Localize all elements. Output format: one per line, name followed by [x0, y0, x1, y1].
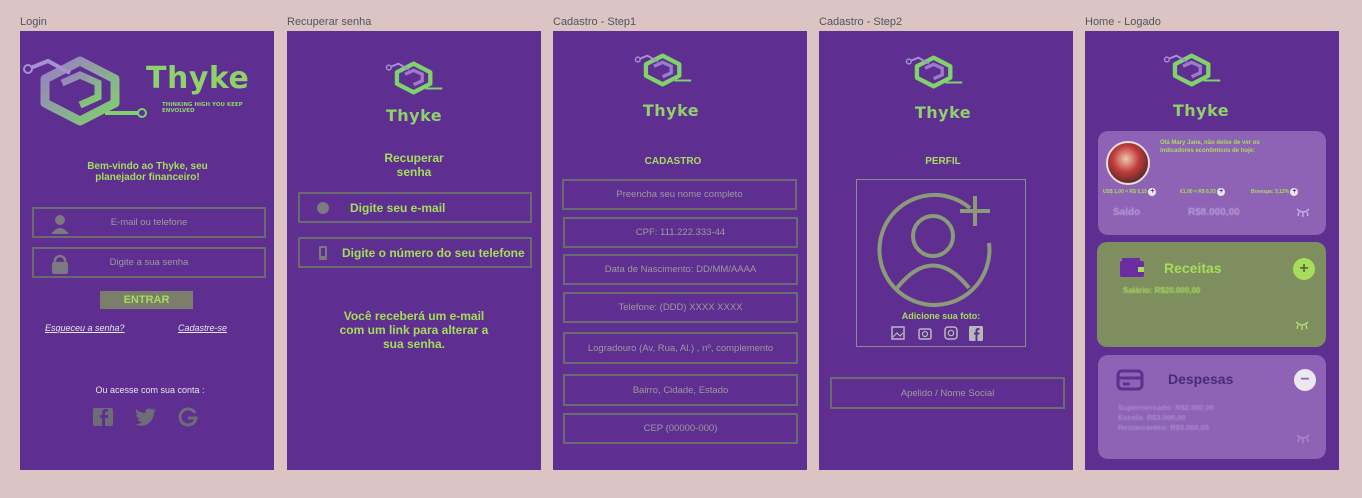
brand-name: Thyke [1172, 101, 1230, 120]
income-title: Receitas [1164, 260, 1222, 276]
rate-usd: US$ 1,00 = R$ 5,15 + [1103, 188, 1157, 196]
recover-info: Você receberá um e-mail com um link para… [339, 309, 489, 351]
rate-usd-add-icon[interactable]: + [1148, 188, 1157, 196]
frame-label-signup2: Cadastro - Step2 [819, 16, 903, 28]
expense-item: Escola: R$3.000,00 [1118, 413, 1186, 422]
balance-label: Saldo [1113, 207, 1141, 218]
password-field[interactable]: Digite a sua senha [32, 247, 266, 278]
income-item: Salário: R$20.000,00 [1123, 286, 1201, 295]
recover-email-option[interactable]: Digite seu e-mail [298, 192, 532, 223]
eye-closed-icon[interactable] [1295, 320, 1309, 330]
city-field[interactable]: Bairro, Cidade, Estado [563, 374, 798, 406]
frame-label-home: Home - Logado [1085, 16, 1161, 28]
wallet-icon [1120, 258, 1144, 277]
cpf-field[interactable]: CPF: 111.222.333-44 [563, 217, 798, 248]
recover-phone-label: Digite o número do seu telefone [342, 245, 525, 260]
nickname-field[interactable]: Apelido / Nome Social [830, 377, 1065, 409]
greeting-text: Olá Mary Jane, não deixe de ver os indic… [1160, 140, 1260, 154]
remove-expense-button[interactable]: − [1294, 369, 1316, 391]
credit-card-icon [1116, 369, 1144, 391]
eye-closed-icon[interactable] [1296, 433, 1310, 443]
at-icon [317, 201, 329, 214]
twitter-icon[interactable] [135, 408, 157, 426]
recover-email-label: Digite seu e-mail [350, 200, 446, 215]
gallery-icon[interactable] [891, 326, 905, 340]
home-screen: Thyke Olá Mary Jane, não deixe de ver os… [1085, 31, 1339, 470]
photo-upload-box[interactable]: Adicione sua foto: [856, 179, 1026, 347]
recover-title-line2: senha [396, 165, 432, 179]
password-placeholder: Digite a sua senha [109, 257, 189, 268]
rate-eur-add-icon[interactable]: + [1217, 188, 1226, 196]
signup-link[interactable]: Cadastre-se [178, 323, 227, 333]
user-icon [51, 215, 69, 234]
rate-bovespa-text: Bovespa: 3,12% [1251, 189, 1290, 195]
email-field[interactable]: E-mail ou telefone [32, 207, 266, 238]
forgot-password-link[interactable]: Esqueceu a senha? [45, 323, 125, 333]
login-screen: Thyke THINKING HIGH YOU KEEP ENVOLVED Be… [20, 31, 274, 470]
facebook-icon[interactable] [969, 326, 983, 341]
add-income-button[interactable]: + [1293, 258, 1315, 280]
brand-name: Thyke [642, 101, 700, 120]
rate-bovespa: Bovespa: 3,12% + [1251, 188, 1299, 196]
brand-name: Thyke [146, 61, 250, 96]
signup-step1-screen: Thyke CADASTRO Preencha seu nome complet… [553, 31, 807, 470]
recover-title-line1: Recuperar [384, 151, 444, 165]
frame-label-signup1: Cadastro - Step1 [553, 16, 637, 28]
phone-icon [319, 245, 327, 260]
brand-name: Thyke [385, 106, 443, 125]
recover-password-screen: Thyke Recuperar senha Digite seu e-mail … [287, 31, 541, 470]
expense-item: Supermercado: R$2.000,00 [1118, 403, 1214, 412]
rate-usd-text: US$ 1,00 = R$ 5,15 [1103, 189, 1148, 195]
rate-eur-text: €1,00 = R$ 6,93 [1180, 189, 1216, 195]
lock-icon [52, 254, 68, 274]
birthdate-field[interactable]: Data de Nascimento: DD/MM/AAAA [563, 254, 798, 285]
thyke-logo-icon [634, 53, 692, 87]
thyke-logo-icon [1163, 53, 1221, 87]
profile-card: Olá Mary Jane, não deixe de ver os indic… [1098, 131, 1326, 235]
expenses-card[interactable]: Despesas − Supermercado: R$2.000,00 Esco… [1098, 355, 1326, 459]
social-prompt: Ou acesse com sua conta : [95, 385, 205, 395]
welcome-text: Bem-vindo ao Thyke, seu planejador finan… [87, 161, 208, 183]
expense-item: Restaurantes: R$3.000,00 [1118, 423, 1209, 432]
enter-button[interactable]: ENTRAR [100, 291, 193, 309]
avatar[interactable] [1106, 141, 1150, 185]
google-icon[interactable] [178, 407, 198, 427]
cep-field[interactable]: CEP (00000-000) [563, 413, 798, 444]
add-photo-label: Adicione sua foto: [901, 311, 981, 321]
phone-field[interactable]: Telefone: (DDD) XXXX XXXX [563, 292, 798, 323]
add-user-icon [877, 192, 992, 307]
fullname-field[interactable]: Preencha seu nome completo [562, 179, 797, 210]
thyke-logo-icon [385, 61, 443, 95]
brand-name: Thyke [914, 103, 972, 122]
brand-tagline: THINKING HIGH YOU KEEP ENVOLVED [162, 102, 243, 114]
signup-step2-screen: Thyke PERFIL Adicione sua foto: Apelido … [819, 31, 1073, 470]
email-placeholder: E-mail ou telefone [110, 217, 188, 228]
income-card[interactable]: Receitas + Salário: R$20.000,00 [1097, 242, 1326, 347]
frame-label-recover: Recuperar senha [287, 16, 372, 28]
expenses-title: Despesas [1168, 371, 1234, 387]
instagram-icon[interactable] [944, 326, 958, 340]
expense-list: Supermercado: R$2.000,00 Escola: R$3.000… [1118, 403, 1214, 433]
thyke-logo-icon [23, 56, 147, 126]
frame-label-login: Login [20, 16, 47, 28]
recover-phone-option[interactable]: Digite o número do seu telefone [298, 237, 532, 268]
balance-value: R$8.000,00 [1188, 207, 1240, 218]
camera-icon[interactable] [918, 326, 932, 340]
facebook-icon[interactable] [93, 408, 113, 426]
eye-closed-icon[interactable] [1296, 207, 1310, 217]
rate-eur: €1,00 = R$ 6,93 + [1180, 188, 1226, 196]
address-field[interactable]: Logradouro (Av, Rua, Al.) , nº, compleme… [563, 332, 798, 364]
profile-title: PERFIL [925, 156, 961, 167]
rate-bovespa-add-icon[interactable]: + [1290, 188, 1299, 196]
signup-title: CADASTRO [644, 156, 702, 167]
thyke-logo-icon [905, 55, 963, 89]
